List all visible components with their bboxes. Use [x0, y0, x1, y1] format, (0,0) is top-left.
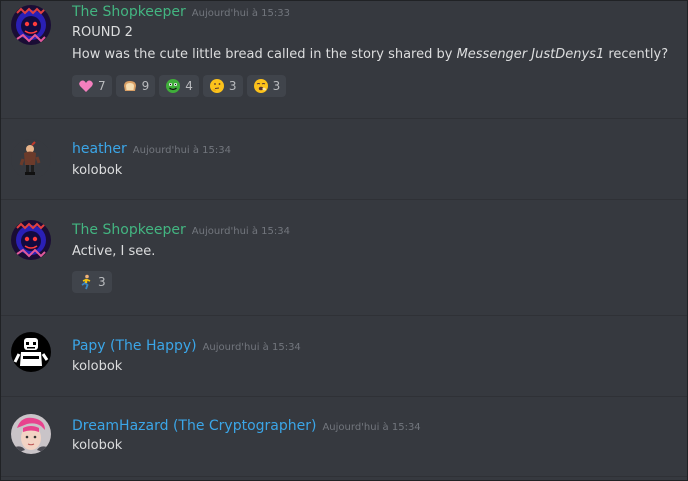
dreamhazard-avatar-icon [11, 414, 51, 454]
chat-message-list[interactable]: The Shopkeeper Aujourd'hui à 15:33 ROUND … [0, 0, 688, 481]
author-name[interactable]: heather [72, 141, 127, 157]
message-text: kolobok [72, 359, 123, 374]
author-name[interactable]: The Shopkeeper [72, 4, 186, 20]
message-timestamp: Aujourd'hui à 15:34 [202, 342, 301, 353]
message-timestamp: Aujourd'hui à 15:33 [191, 8, 290, 19]
message-divider [1, 476, 687, 477]
reaction-bread[interactable]: 9 [115, 75, 156, 97]
green-face-icon [165, 78, 181, 94]
papy-avatar-icon [11, 332, 51, 372]
reaction-count: 3 [228, 79, 237, 93]
message-1: The Shopkeeper Aujourd'hui à 15:33 ROUND … [1, 1, 687, 117]
reaction-count: 3 [98, 275, 106, 289]
message-text-plain: How was the cute little bread called in … [72, 47, 457, 62]
reaction-yawning-face[interactable]: 3 [246, 75, 287, 97]
message-text: Active, I see. [72, 244, 156, 259]
reaction-count: 9 [141, 79, 150, 93]
pink-heart-icon [78, 78, 94, 94]
thinking-face-icon [209, 78, 225, 94]
reaction-count: 4 [185, 79, 193, 93]
message-text: kolobok [72, 438, 123, 453]
reaction-pink-heart[interactable]: 7 [72, 75, 112, 97]
message-text: kolobok [72, 163, 123, 178]
message-text-line1: ROUND 2 [72, 25, 133, 40]
message-text-plain-end: recently? [604, 47, 669, 62]
avatar-dreamhazard[interactable] [11, 414, 51, 454]
message-4: Papy (The Happy) Aujourd'hui à 15:34 kolo… [1, 316, 687, 396]
reaction-count: 7 [98, 79, 106, 93]
author-name[interactable]: The Shopkeeper [72, 222, 186, 238]
message-text-italic: Messenger JustDenys1 [456, 47, 605, 62]
reaction-thinking-face[interactable]: 3 [202, 75, 243, 97]
message-3: The Shopkeeper Aujourd'hui à 15:34 Active… [1, 200, 687, 315]
running-person-icon [78, 274, 94, 290]
message-timestamp: Aujourd'hui à 15:34 [132, 145, 231, 156]
message-text-line2: How was the cute little bread called in … [72, 46, 668, 64]
reaction-count: 3 [272, 79, 281, 93]
avatar-shopkeeper[interactable] [11, 220, 51, 260]
avatar-shopkeeper[interactable] [11, 5, 51, 45]
shopkeeper-avatar-icon [11, 220, 51, 260]
heather-avatar-icon [11, 139, 51, 179]
message-timestamp: Aujourd'hui à 15:34 [322, 422, 421, 433]
message-timestamp: Aujourd'hui à 15:34 [191, 226, 290, 237]
message-2: heather Aujourd'hui à 15:34 kolobok [1, 119, 687, 199]
message-5: DreamHazard (The Cryptographer) Aujourd'h… [1, 397, 687, 477]
reaction-bar: 3 [72, 271, 112, 293]
avatar-papy[interactable] [11, 332, 51, 372]
yawning-face-icon [253, 78, 269, 94]
reaction-bar: 7 9 4 3 3 [72, 75, 287, 97]
shopkeeper-avatar-icon [11, 5, 51, 45]
author-name[interactable]: DreamHazard (The Cryptographer) [72, 418, 316, 434]
reaction-green-face[interactable]: 4 [159, 75, 199, 97]
author-name[interactable]: Papy (The Happy) [72, 338, 197, 354]
reaction-running-person[interactable]: 3 [72, 271, 112, 293]
bread-icon [122, 78, 138, 94]
avatar-heather[interactable] [11, 139, 51, 179]
